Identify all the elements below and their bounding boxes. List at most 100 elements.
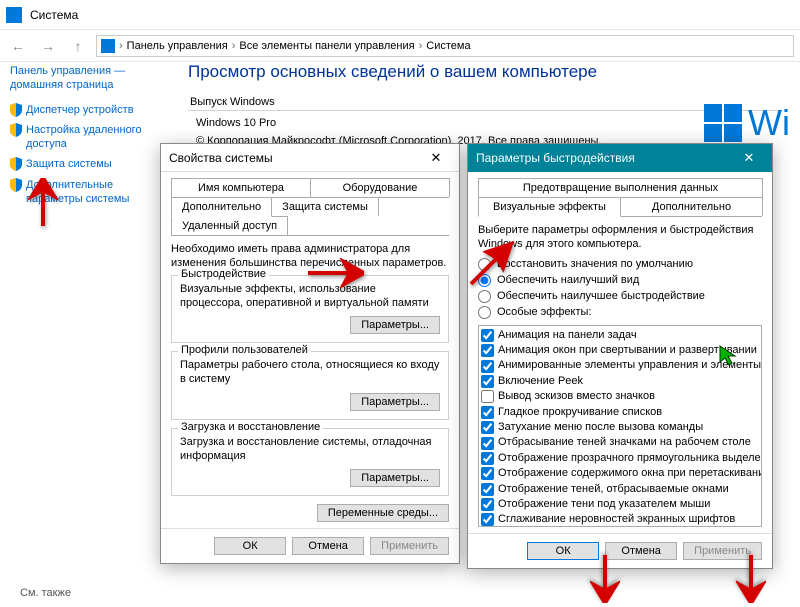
tab-row-1: Имя компьютера Оборудование: [171, 178, 449, 198]
sidebar: Панель управления — домашняя страница Ди…: [0, 62, 168, 214]
system-icon: [6, 7, 22, 23]
radio-custom[interactable]: Особые эффекты:: [478, 306, 762, 319]
tab-advanced[interactable]: Дополнительно: [620, 197, 763, 216]
tab-row-2: Визуальные эффекты Дополнительно: [478, 197, 762, 217]
system-icon: [101, 39, 115, 53]
profiles-group: Профили пользователей Параметры рабочего…: [171, 351, 449, 420]
chevron-right-icon: ›: [119, 40, 123, 52]
checkbox-label: Отображение прозрачного прямоугольника в…: [498, 451, 762, 466]
up-button[interactable]: ↑: [66, 34, 90, 58]
env-vars-button[interactable]: Переменные среды...: [317, 504, 449, 522]
group-title: Загрузка и восстановление: [178, 421, 323, 433]
checkbox-input[interactable]: [481, 375, 494, 388]
ok-button[interactable]: ОК: [214, 537, 286, 555]
window-title: Система: [30, 8, 78, 22]
checkbox-input[interactable]: [481, 329, 494, 342]
effect-checkbox-item[interactable]: Отображение тени под указателем мыши: [481, 497, 759, 512]
close-icon[interactable]: ✕: [421, 150, 451, 166]
apply-button[interactable]: Применить: [370, 537, 449, 555]
sidebar-item-device-manager[interactable]: Диспетчер устройств: [10, 103, 158, 117]
checkbox-input[interactable]: [481, 467, 494, 480]
shield-icon: [10, 123, 22, 137]
shield-icon: [10, 178, 22, 192]
effect-checkbox-item[interactable]: Гладкое прокручивание списков: [481, 405, 759, 420]
close-icon[interactable]: ✕: [734, 150, 764, 166]
effect-checkbox-item[interactable]: Вывод эскизов вместо значков: [481, 389, 759, 404]
back-button[interactable]: ←: [6, 34, 30, 58]
checkbox-label: Гладкое прокручивание списков: [498, 405, 662, 420]
effect-checkbox-item[interactable]: Анимация на панели задач: [481, 328, 759, 343]
annotation-arrow-icon: [467, 240, 515, 291]
navigation-bar: ← → ↑ › Панель управления › Все элементы…: [0, 30, 800, 62]
effect-checkbox-item[interactable]: Отображение теней, отбрасываемые окнами: [481, 482, 759, 497]
effect-checkbox-item[interactable]: Затухание меню после вызова команды: [481, 420, 759, 435]
ok-button[interactable]: ОК: [527, 542, 599, 560]
radio-defaults[interactable]: Восстановить значения по умолчанию: [478, 258, 762, 271]
visual-note: Выберите параметры оформления и быстроде…: [478, 223, 762, 252]
radio-input[interactable]: [478, 290, 491, 303]
checkbox-label: Вывод эскизов вместо значков: [498, 389, 655, 404]
window-titlebar: Система: [0, 0, 800, 30]
sidebar-home-link[interactable]: Панель управления — домашняя страница: [10, 64, 158, 93]
checkbox-input[interactable]: [481, 483, 494, 496]
breadcrumb[interactable]: › Панель управления › Все элементы панел…: [96, 35, 794, 57]
performance-settings-button[interactable]: Параметры...: [350, 316, 440, 334]
radio-best-appearance[interactable]: Обеспечить наилучший вид: [478, 274, 762, 287]
checkbox-input[interactable]: [481, 498, 494, 511]
checkbox-input[interactable]: [481, 421, 494, 434]
cancel-button[interactable]: Отмена: [292, 537, 364, 555]
tab-advanced[interactable]: Дополнительно: [171, 197, 272, 217]
annotation-arrow-icon: [736, 552, 766, 603]
page-heading: Просмотр основных сведений о вашем компь…: [188, 62, 800, 82]
effect-checkbox-item[interactable]: Включение Peek: [481, 374, 759, 389]
windows-logo-icon: [704, 104, 742, 142]
sidebar-item-label: Защита системы: [26, 157, 112, 171]
dialog-titlebar[interactable]: Параметры быстродействия ✕: [468, 144, 772, 172]
breadcrumb-leaf[interactable]: Система: [426, 40, 470, 52]
checkbox-label: Сглаживание неровностей экранных шрифтов: [498, 512, 735, 526]
tab-hardware[interactable]: Оборудование: [310, 178, 450, 197]
sidebar-item-remote[interactable]: Настройка удаленного доступа: [10, 123, 158, 152]
effect-checkbox-item[interactable]: Отображение прозрачного прямоугольника в…: [481, 451, 759, 466]
effects-radio-group: Восстановить значения по умолчанию Обесп…: [478, 258, 762, 319]
checkbox-input[interactable]: [481, 513, 494, 526]
tab-computer-name[interactable]: Имя компьютера: [171, 178, 311, 197]
effect-checkbox-item[interactable]: Сглаживание неровностей экранных шрифтов: [481, 512, 759, 526]
dialog-buttons: ОК Отмена Применить: [161, 528, 459, 563]
breadcrumb-root[interactable]: Панель управления: [127, 40, 228, 52]
dialog-buttons: ОК Отмена Применить: [468, 533, 772, 568]
checkbox-input[interactable]: [481, 360, 494, 373]
sidebar-item-label: Настройка удаленного доступа: [26, 123, 158, 152]
chevron-right-icon: ›: [232, 40, 236, 52]
forward-button[interactable]: →: [36, 34, 60, 58]
checkbox-input[interactable]: [481, 344, 494, 357]
tab-dep[interactable]: Предотвращение выполнения данных: [478, 178, 763, 197]
annotation-arrow-icon: [308, 258, 364, 291]
startup-settings-button[interactable]: Параметры...: [350, 469, 440, 487]
dialog-titlebar[interactable]: Свойства системы ✕: [161, 144, 459, 172]
see-also-label: См. также: [20, 587, 71, 599]
breadcrumb-mid[interactable]: Все элементы панели управления: [239, 40, 414, 52]
annotation-arrow-icon: [28, 178, 58, 229]
checkbox-input[interactable]: [481, 406, 494, 419]
checkbox-input[interactable]: [481, 452, 494, 465]
sidebar-item-label: Диспетчер устройств: [26, 103, 134, 117]
shield-icon: [10, 103, 22, 117]
tab-visual-effects[interactable]: Визуальные эффекты: [478, 197, 621, 217]
checkbox-label: Анимация на панели задач: [498, 328, 637, 343]
tab-remote[interactable]: Удаленный доступ: [171, 216, 288, 235]
group-title: Быстродействие: [178, 268, 269, 280]
group-text: Загрузка и восстановление системы, отлад…: [180, 435, 440, 464]
sidebar-item-protection[interactable]: Защита системы: [10, 157, 158, 171]
effect-checkbox-item[interactable]: Отображение содержимого окна при перетас…: [481, 466, 759, 481]
startup-group: Загрузка и восстановление Загрузка и вос…: [171, 428, 449, 497]
checkbox-input[interactable]: [481, 437, 494, 450]
tab-protection[interactable]: Защита системы: [271, 197, 379, 216]
checkbox-label: Включение Peek: [498, 374, 583, 389]
tab-row-2: Дополнительно Защита системы Удаленный д…: [171, 197, 449, 236]
effect-checkbox-item[interactable]: Отбрасывание теней значками на рабочем с…: [481, 435, 759, 450]
profiles-settings-button[interactable]: Параметры...: [350, 393, 440, 411]
checkbox-input[interactable]: [481, 390, 494, 403]
radio-input[interactable]: [478, 306, 491, 319]
radio-best-performance[interactable]: Обеспечить наилучшее быстродействие: [478, 290, 762, 303]
